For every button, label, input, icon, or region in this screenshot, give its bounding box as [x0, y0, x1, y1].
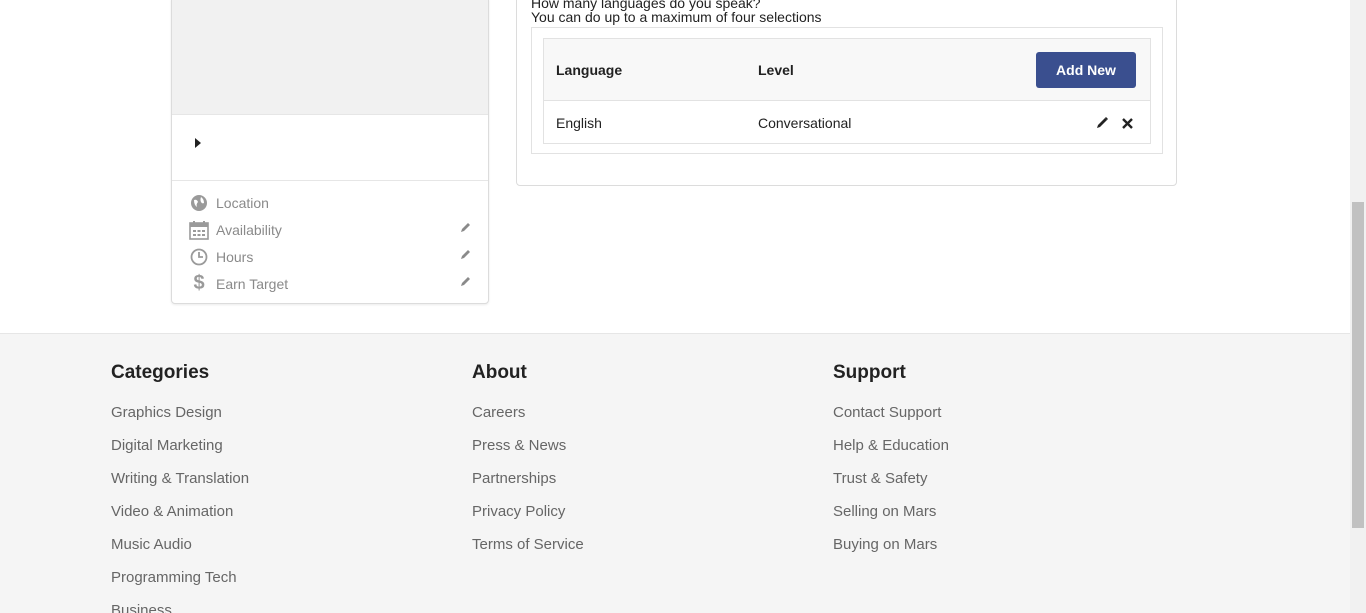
info-row-earn-target: $ Earn Target — [172, 270, 488, 297]
footer-link[interactable]: Careers — [472, 404, 584, 437]
add-new-language-button[interactable]: Add New — [1036, 52, 1136, 88]
info-row-hours: Hours — [172, 243, 488, 270]
footer-link[interactable]: Writing & Translation — [111, 470, 249, 503]
footer-link[interactable]: Video & Animation — [111, 503, 249, 536]
table-row: English Conversational — [544, 102, 1150, 143]
column-header-language: Language — [556, 62, 623, 78]
globe-icon — [188, 193, 210, 213]
footer-link[interactable]: Trust & Safety — [833, 470, 949, 503]
edit-earn-target-icon[interactable] — [460, 274, 474, 288]
play-icon[interactable] — [195, 138, 201, 148]
footer-link[interactable]: Terms of Service — [472, 536, 584, 569]
edit-language-icon[interactable] — [1096, 116, 1110, 130]
languages-max-note: You can do up to a maximum of four selec… — [531, 9, 822, 25]
info-label: Hours — [216, 248, 254, 265]
footer-heading-about: About — [472, 362, 527, 383]
clock-icon — [188, 247, 210, 267]
page-scrollbar[interactable] — [1350, 0, 1366, 613]
profile-info-list: Location Availability Hours $ Earn Targe… — [172, 189, 488, 297]
footer-support: Support Contact Support Help & Education… — [833, 362, 949, 569]
footer-link[interactable]: Buying on Mars — [833, 536, 949, 569]
language-cell: English — [556, 115, 602, 131]
footer-link[interactable]: Press & News — [472, 437, 584, 470]
edit-availability-icon[interactable] — [460, 220, 474, 234]
dollar-icon: $ — [193, 272, 205, 294]
edit-hours-icon[interactable] — [460, 247, 474, 261]
scrollbar-thumb[interactable] — [1352, 202, 1364, 528]
footer-link[interactable]: Partnerships — [472, 470, 584, 503]
footer-link[interactable]: Contact Support — [833, 404, 949, 437]
footer-link[interactable]: Programming Tech — [111, 569, 249, 602]
info-row-availability: Availability — [172, 216, 488, 243]
footer-link[interactable]: Business — [111, 602, 249, 613]
footer-link[interactable]: Selling on Mars — [833, 503, 949, 536]
footer-link[interactable]: Digital Marketing — [111, 437, 249, 470]
info-label: Location — [216, 194, 269, 211]
languages-panel: How many languages do you speak? You can… — [516, 0, 1177, 186]
footer-about: About Careers Press & News Partnerships … — [472, 362, 584, 569]
audio-player — [172, 115, 488, 181]
column-header-level: Level — [758, 62, 794, 78]
video-preview[interactable] — [172, 0, 488, 115]
footer-link[interactable]: Help & Education — [833, 437, 949, 470]
footer-link[interactable]: Privacy Policy — [472, 503, 584, 536]
footer-heading-categories: Categories — [111, 362, 210, 383]
info-row-location: Location — [172, 189, 488, 216]
info-label: Earn Target — [216, 275, 289, 292]
footer-link[interactable]: Graphics Design — [111, 404, 249, 437]
languages-table-header: Language Level Add New — [544, 39, 1150, 101]
site-footer: Categories Graphics Design Digital Marke… — [0, 333, 1350, 613]
languages-table: Language Level Add New English Conversat… — [543, 38, 1151, 144]
level-cell: Conversational — [758, 115, 852, 131]
languages-container: Language Level Add New English Conversat… — [531, 27, 1163, 154]
footer-heading-support: Support — [833, 362, 906, 383]
calendar-icon — [188, 220, 210, 240]
info-label: Availability — [216, 221, 282, 238]
footer-categories: Categories Graphics Design Digital Marke… — [111, 362, 249, 613]
footer-link[interactable]: Music Audio — [111, 536, 249, 569]
profile-card: Location Availability Hours $ Earn Targe… — [171, 0, 489, 304]
delete-language-icon[interactable] — [1122, 116, 1136, 130]
